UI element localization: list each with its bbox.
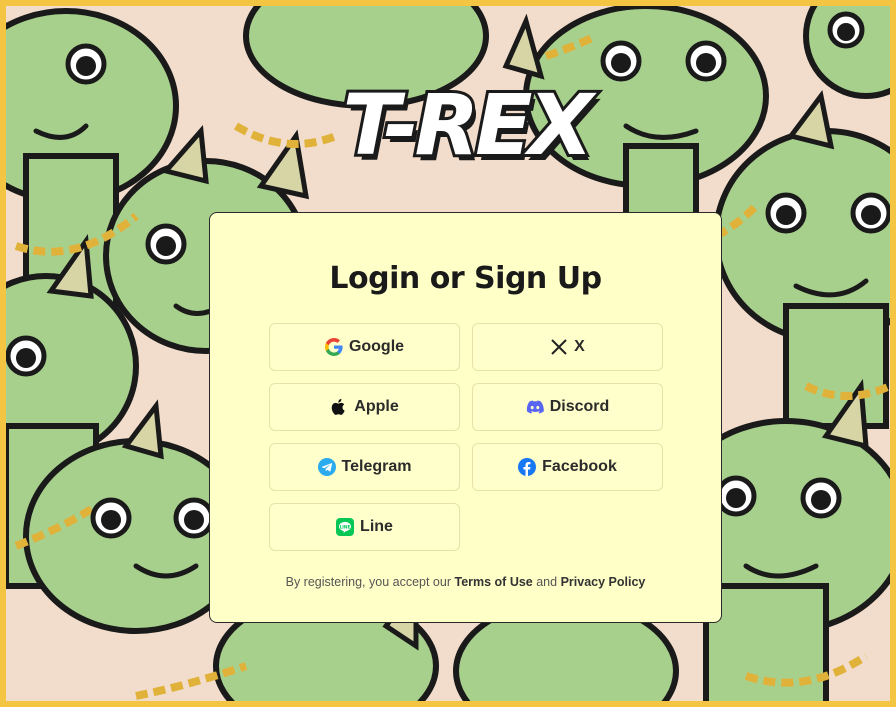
- facebook-login-label: Facebook: [542, 458, 617, 475]
- x-icon: [550, 338, 568, 356]
- terms-prefix: By registering, you accept our: [285, 575, 451, 589]
- google-login-button[interactable]: Google: [269, 323, 460, 371]
- logo-text: T-REX: [340, 73, 597, 177]
- login-card: Login or Sign Up Google X Apple Discord …: [209, 212, 722, 623]
- terms-notice: By registering, you accept our Terms of …: [210, 575, 721, 589]
- line-icon: LINE: [336, 518, 355, 536]
- discord-login-button[interactable]: Discord: [472, 383, 663, 431]
- terms-of-use-link[interactable]: Terms of Use: [454, 575, 532, 589]
- svg-text:LINE: LINE: [340, 524, 351, 530]
- x-login-label: X: [574, 338, 585, 355]
- discord-login-label: Discord: [549, 398, 610, 415]
- facebook-icon: [518, 458, 537, 476]
- telegram-icon: [317, 458, 336, 476]
- apple-icon: [330, 398, 348, 416]
- login-title: Login or Sign Up: [329, 261, 602, 296]
- google-icon: [324, 338, 343, 356]
- x-login-button[interactable]: X: [472, 323, 663, 371]
- apple-login-button[interactable]: Apple: [269, 383, 460, 431]
- line-login-label: Line: [360, 518, 393, 535]
- facebook-login-button[interactable]: Facebook: [472, 443, 663, 491]
- google-login-label: Google: [348, 338, 405, 355]
- trex-logo: T-REX: [324, 70, 608, 180]
- line-login-button[interactable]: LINE Line: [269, 503, 460, 551]
- page-frame: T-REX Login or Sign Up Google X Apple Di…: [0, 0, 896, 707]
- terms-and: and: [536, 575, 558, 589]
- privacy-policy-link[interactable]: Privacy Policy: [561, 575, 646, 589]
- telegram-login-button[interactable]: Telegram: [269, 443, 460, 491]
- telegram-login-label: Telegram: [341, 458, 412, 475]
- discord-icon: [526, 398, 544, 416]
- apple-login-label: Apple: [354, 398, 399, 415]
